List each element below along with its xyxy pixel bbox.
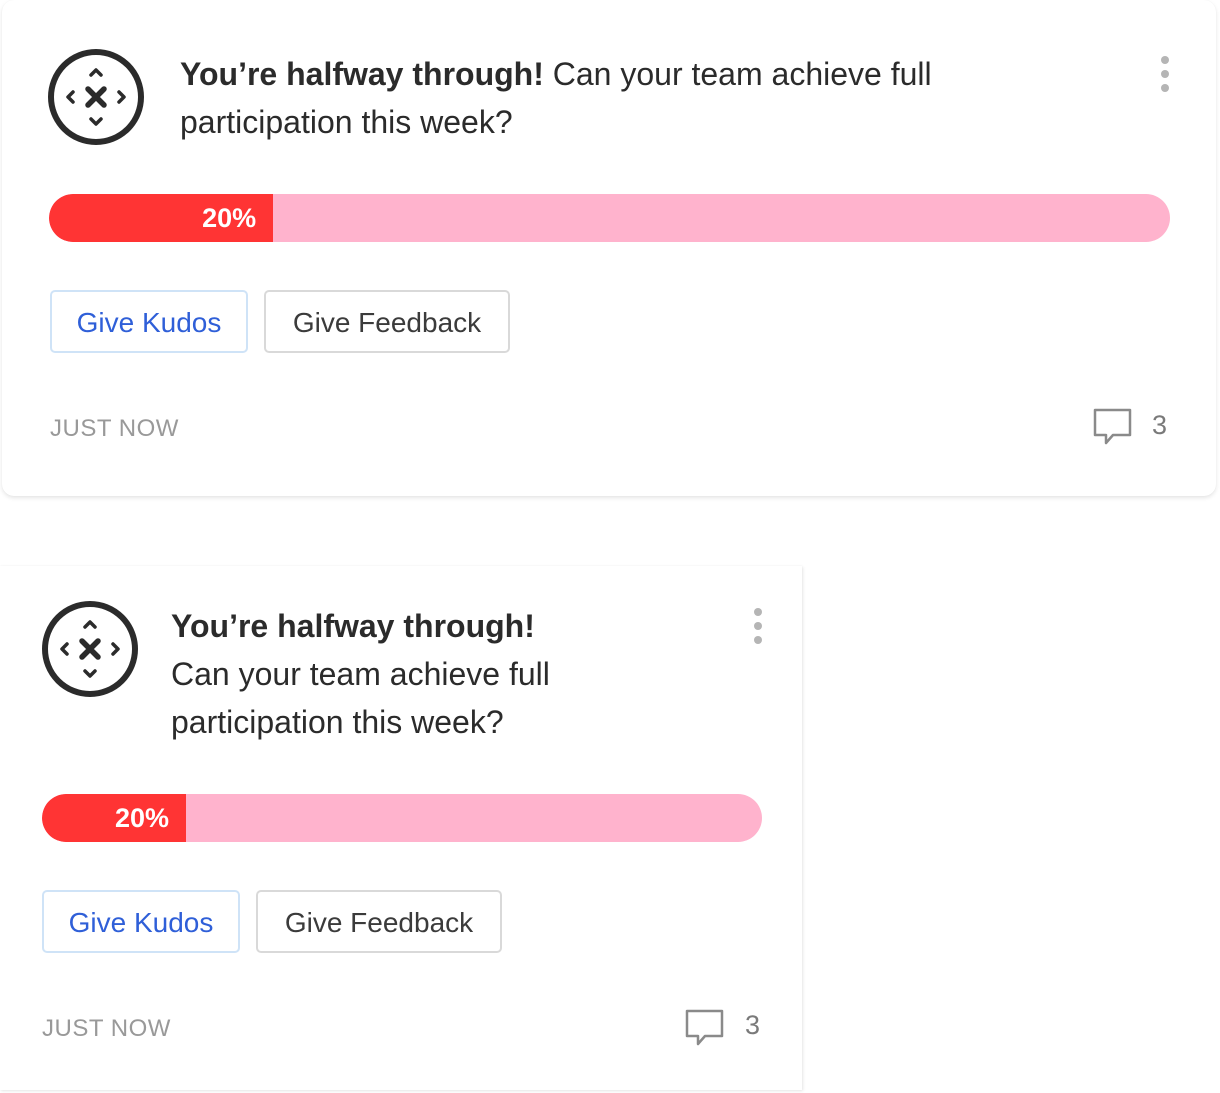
progress-percent-label: 20% [114,803,169,833]
kebab-dot-icon [1161,70,1169,78]
comment-count[interactable]: 3 [745,1010,760,1041]
compass-arrows-logo-icon [48,49,144,145]
card-headline: You’re halfway through! Can your team ac… [180,50,1080,146]
participation-progress-bar: 20% [42,794,762,842]
give-kudos-button[interactable]: Give Kudos [42,890,240,953]
progress-fill: 20% [42,794,186,842]
post-timestamp: JUST NOW [50,415,179,442]
kebab-dot-icon [754,608,762,616]
kebab-dot-icon [1161,84,1169,92]
headline-body-text: Can your team achieve full participation… [171,656,550,740]
comment-icon[interactable] [1093,407,1133,447]
give-feedback-button[interactable]: Give Feedback [264,290,510,353]
card-headline: You’re halfway through! Can your team ac… [171,602,691,746]
participation-progress-bar: 20% [49,194,1170,242]
headline-bold-text: You’re halfway through! [171,608,535,644]
card-menu-button[interactable] [748,604,768,648]
comment-count[interactable]: 3 [1152,410,1167,441]
kebab-dot-icon [754,622,762,630]
kebab-dot-icon [754,636,762,644]
comment-icon[interactable] [685,1008,725,1048]
post-timestamp: JUST NOW [42,1015,171,1042]
headline-bold-text: You’re halfway through! [180,56,544,92]
progress-percent-label: 20% [202,203,257,233]
compass-arrows-logo-icon [42,601,138,697]
give-feedback-button[interactable]: Give Feedback [256,890,502,953]
card-menu-button[interactable] [1155,52,1175,96]
kebab-dot-icon [1161,56,1169,64]
give-kudos-button[interactable]: Give Kudos [50,290,248,353]
progress-fill: 20% [49,194,274,242]
